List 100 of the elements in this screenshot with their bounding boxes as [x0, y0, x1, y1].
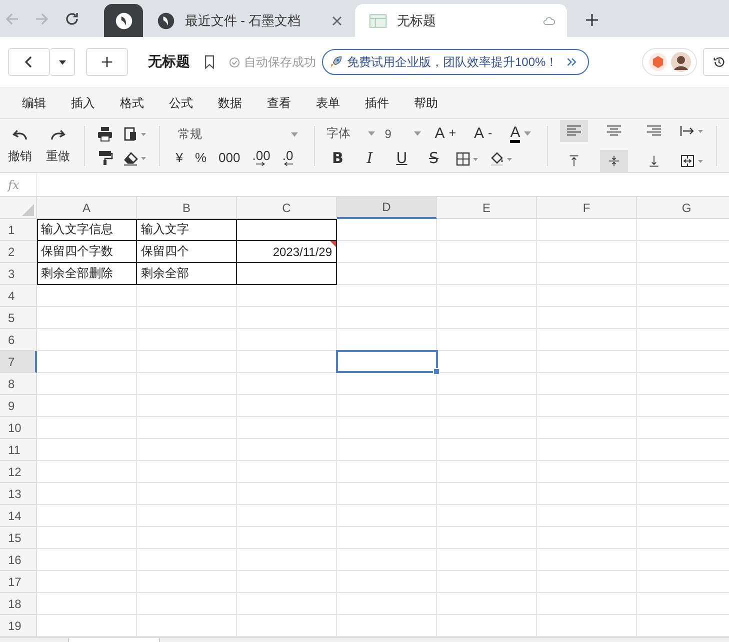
collaborators[interactable] — [642, 48, 697, 76]
table-cell: 输入文字信息 — [37, 219, 137, 241]
format-painter-icon[interactable] — [96, 150, 113, 166]
spreadsheet-icon — [369, 12, 387, 30]
tab-title: 无标题 — [397, 12, 437, 30]
cube-avatar-icon — [648, 52, 668, 72]
double-chevron-icon — [566, 56, 578, 68]
row-header[interactable]: 19 — [0, 615, 37, 637]
column-header[interactable]: E — [437, 197, 537, 219]
row-header[interactable]: 4 — [0, 285, 37, 307]
caret-icon — [414, 131, 421, 136]
row-header[interactable]: 10 — [0, 417, 37, 439]
row-header[interactable]: 11 — [0, 439, 37, 461]
table-cell: 2023/11/29 — [237, 241, 337, 263]
close-icon[interactable] — [331, 14, 343, 26]
font-size-dropdown[interactable]: 9 — [384, 126, 421, 140]
menu-item[interactable]: 插入 — [71, 94, 95, 112]
font-dropdown[interactable]: 字体 — [326, 125, 375, 142]
arrow-right-icon — [256, 162, 266, 166]
save-status: 自动保存成功 — [244, 54, 316, 70]
history-button[interactable] — [703, 48, 729, 76]
number-format-button[interactable]: 000 — [214, 151, 244, 164]
row-header[interactable]: 12 — [0, 461, 37, 483]
number-format-dropdown[interactable]: 常规 — [172, 125, 302, 143]
number-format-button[interactable]: ¥ — [172, 151, 187, 164]
number-format-button[interactable]: % — [190, 151, 211, 164]
redo-button[interactable]: 重做 — [44, 126, 72, 164]
borders-icon[interactable] — [454, 150, 479, 166]
caret-icon — [368, 131, 375, 136]
column-header[interactable]: C — [237, 197, 337, 219]
number-format-button[interactable]: .00 — [248, 149, 274, 166]
column-header[interactable]: F — [537, 197, 637, 219]
caret-icon — [58, 60, 66, 64]
browser-tab[interactable]: 最近文件 - 石墨文档 — [143, 4, 355, 37]
row-header[interactable]: 17 — [0, 571, 37, 593]
menu-item[interactable]: 数据 — [218, 94, 242, 112]
avatar-icon — [671, 52, 691, 72]
promo-banner[interactable]: 免费试用企业版，团队效率提升100%！ — [322, 49, 589, 75]
history-icon — [713, 56, 725, 68]
row-header[interactable]: 7 — [0, 351, 37, 373]
dropdown-button[interactable] — [50, 48, 75, 76]
row-header[interactable]: 13 — [0, 483, 37, 505]
menu-item[interactable]: 格式 — [120, 94, 144, 112]
browser-tab[interactable]: 无标题 — [355, 4, 567, 37]
bookmark-icon[interactable] — [204, 55, 215, 69]
menu-item[interactable]: 表单 — [316, 94, 340, 112]
promo-text: 免费试用企业版，团队效率提升100%！ — [347, 54, 558, 70]
column-header[interactable]: D — [337, 197, 437, 219]
valign-middle-icon[interactable] — [600, 150, 628, 172]
text-style-button[interactable]: B — [326, 151, 349, 166]
text-style-button[interactable]: U — [390, 151, 413, 166]
fill-color-icon[interactable] — [488, 150, 513, 166]
row-header[interactable]: 2 — [0, 241, 37, 263]
table-cell: 保留四个字数 — [37, 241, 137, 263]
eraser-icon[interactable] — [122, 150, 147, 166]
print-icon[interactable] — [96, 126, 113, 142]
undo-button[interactable]: 撤销 — [6, 126, 34, 164]
menu-item[interactable]: 查看 — [267, 94, 291, 112]
new-tab-icon[interactable] — [585, 13, 599, 27]
row-header[interactable]: 9 — [0, 395, 37, 417]
plus-icon — [101, 56, 113, 68]
align-left-icon[interactable] — [560, 120, 588, 142]
column-header[interactable]: B — [137, 197, 237, 219]
menu-item[interactable]: 编辑 — [22, 94, 46, 112]
arrow-left-icon — [282, 162, 293, 166]
row-header[interactable]: 6 — [0, 329, 37, 351]
table-cell: 输入文字 — [137, 219, 237, 241]
table-cell: 剩余全部删除 — [37, 263, 137, 285]
column-header[interactable]: A — [37, 197, 137, 219]
menu-item[interactable]: 公式 — [169, 94, 193, 112]
row-header[interactable]: 3 — [0, 263, 37, 285]
paste-special-icon[interactable] — [122, 126, 147, 142]
tab-title: 最近文件 - 石墨文档 — [185, 12, 302, 30]
logo-icon — [157, 12, 175, 30]
row-header[interactable]: 16 — [0, 549, 37, 571]
table-cell: 剩余全部 — [137, 263, 237, 285]
text-style-button[interactable]: I — [358, 151, 381, 166]
text-style-button[interactable]: S — [422, 151, 445, 166]
row-header[interactable]: 8 — [0, 373, 37, 395]
reload-icon[interactable] — [64, 10, 80, 26]
row-header[interactable]: 14 — [0, 505, 37, 527]
menu-item[interactable]: 帮助 — [414, 94, 438, 112]
menu-item[interactable]: 插件 — [365, 94, 389, 112]
back-button[interactable] — [8, 48, 50, 76]
row-header[interactable]: 18 — [0, 593, 37, 615]
merge-cells-icon[interactable] — [680, 152, 704, 168]
caret-icon — [290, 132, 298, 136]
formula-label: fx — [0, 173, 37, 196]
row-header[interactable]: 5 — [0, 307, 37, 329]
number-format-button[interactable]: .0 — [278, 149, 298, 166]
check-circle-icon — [229, 56, 240, 68]
rocket-icon — [329, 55, 343, 69]
pinned-tab[interactable] — [104, 4, 143, 37]
row-header[interactable]: 15 — [0, 527, 37, 549]
logo-icon — [114, 12, 132, 30]
column-header[interactable]: G — [637, 197, 729, 219]
row-header[interactable]: 1 — [0, 219, 37, 241]
selected-cell[interactable] — [336, 350, 438, 373]
font-color-button[interactable]: A — [506, 124, 536, 142]
cloud-icon — [543, 14, 555, 26]
